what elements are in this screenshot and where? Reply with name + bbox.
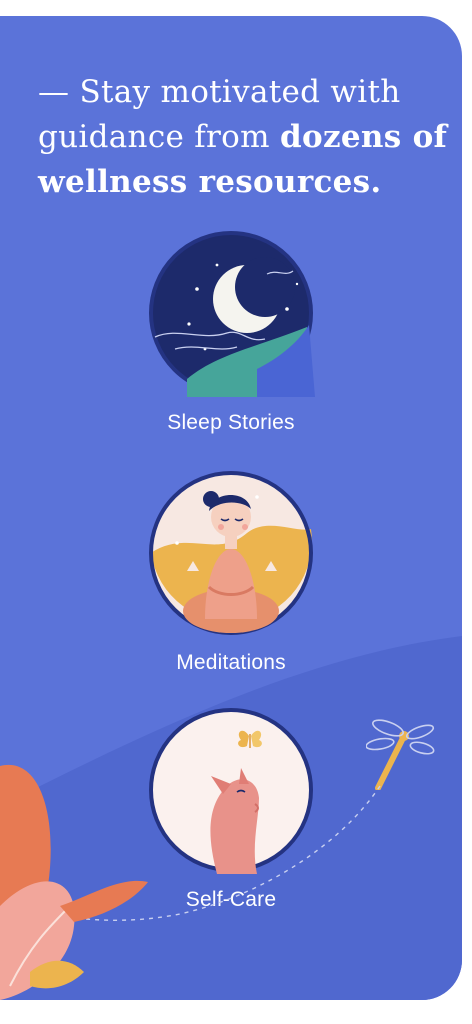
feature-sleep-stories[interactable]: Sleep Stories [0,229,462,435]
moon-night-icon [147,229,315,397]
leaves-decoration [0,764,148,1000]
feature-label: Meditations [176,651,286,674]
promo-card: — Stay motivated with guidance from doze… [0,16,462,1000]
headline: — Stay motivated with guidance from doze… [38,70,448,205]
feature-meditations[interactable]: Meditations [0,469,462,675]
meditating-person-icon [147,469,315,637]
feature-label: Sleep Stories [167,411,295,434]
